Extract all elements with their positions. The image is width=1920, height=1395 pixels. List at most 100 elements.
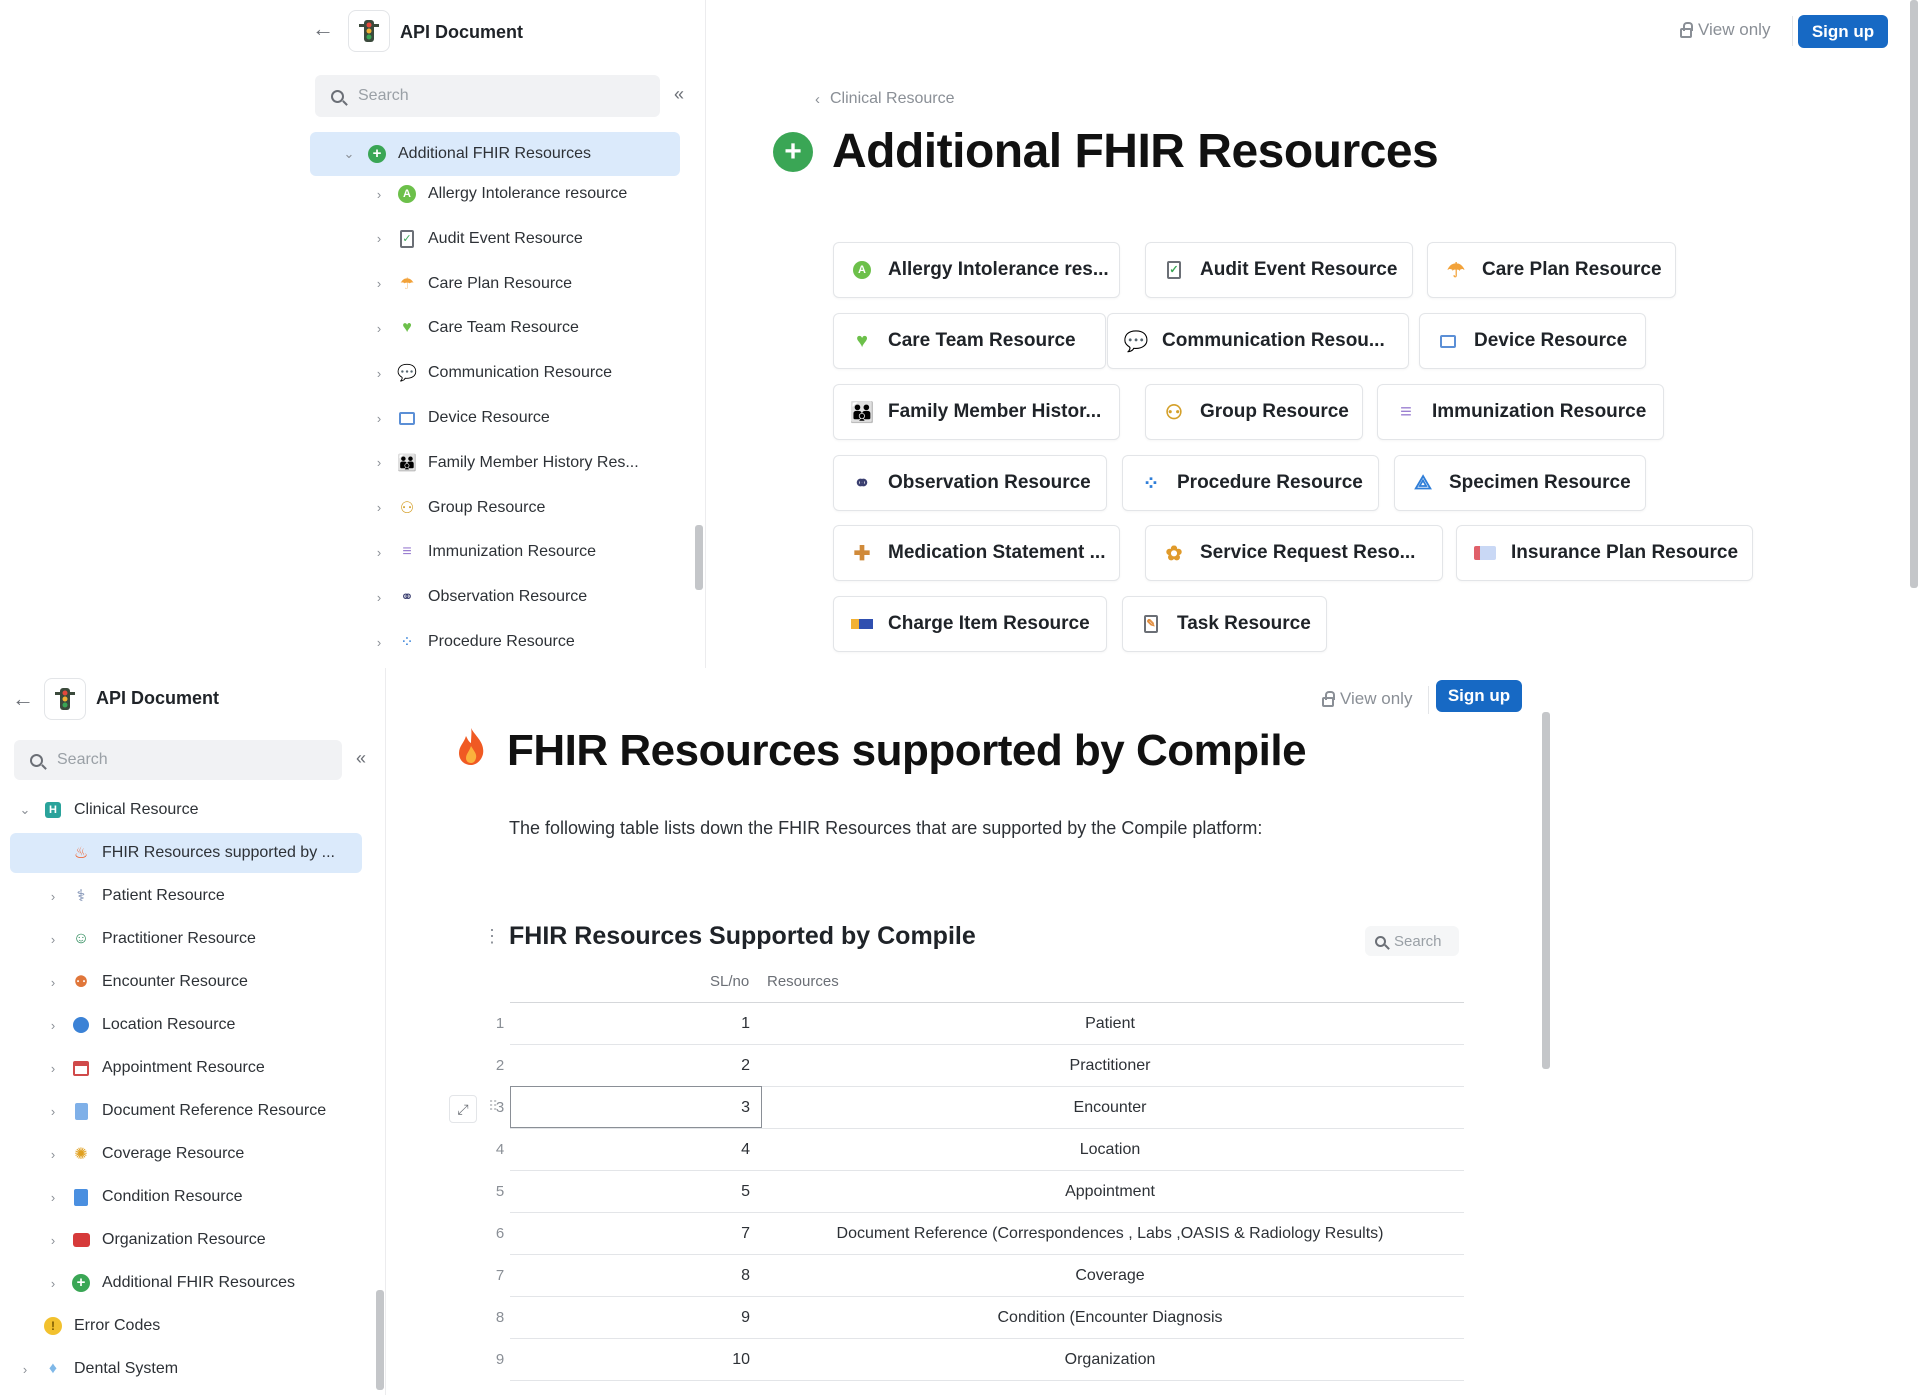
main-scrollbar[interactable]	[1910, 0, 1918, 588]
resource-card[interactable]: ⚭ Observation Resource	[833, 455, 1107, 511]
collapse-sidebar-icon[interactable]: «	[356, 748, 366, 769]
resource-card[interactable]: ⁘ Procedure Resource	[1122, 455, 1379, 511]
main-scrollbar[interactable]	[1542, 712, 1550, 1069]
table-menu-icon[interactable]: ⋮	[483, 926, 501, 947]
sign-up-button[interactable]: Sign up	[1436, 680, 1522, 712]
resource-card[interactable]: ⟁ Specimen Resource	[1394, 455, 1646, 511]
table-row[interactable]: 9 10 Organization	[0, 1339, 1500, 1381]
chevron-right-icon[interactable]: ›	[44, 932, 62, 947]
cell-resource[interactable]: Condition (Encounter Diagnosis	[756, 1309, 1464, 1327]
resource-card[interactable]: Device Resource	[1419, 313, 1646, 369]
drag-handle-icon[interactable]: ⠿	[488, 1098, 498, 1115]
sign-up-button[interactable]: Sign up	[1798, 15, 1888, 48]
table-row[interactable]: 8 9 Condition (Encounter Diagnosis	[0, 1297, 1500, 1339]
cell-resource[interactable]: Encounter	[756, 1099, 1464, 1117]
patient-icon: ⚕	[76, 888, 86, 905]
chevron-right-icon[interactable]: ›	[370, 545, 388, 560]
resource-card[interactable]: Charge Item Resource	[833, 596, 1107, 652]
chevron-right-icon[interactable]: ›	[44, 975, 62, 990]
sidebar-item[interactable]: › ☂ Care Plan Resource	[310, 266, 670, 302]
cell-resource[interactable]: Organization	[756, 1351, 1464, 1369]
search-input[interactable]: Search	[14, 740, 342, 780]
chevron-right-icon[interactable]: ›	[370, 500, 388, 515]
sidebar-item[interactable]: › A Allergy Intolerance resource	[310, 176, 670, 212]
table-row[interactable]: 4 4 Location	[0, 1129, 1500, 1171]
table-row[interactable]: 1 1 Patient	[0, 1003, 1500, 1045]
sidebar-item[interactable]: › ☺ Practitioner Resource	[10, 919, 362, 959]
sidebar-item[interactable]: › ≡ Immunization Resource	[310, 534, 670, 570]
sidebar-item[interactable]: › 👪 Family Member History Res...	[310, 445, 670, 481]
chevron-right-icon[interactable]: ›	[370, 411, 388, 426]
collapse-sidebar-icon[interactable]: «	[674, 84, 684, 105]
cell-sl[interactable]: 2	[510, 1057, 756, 1075]
cell-sl[interactable]: 9	[510, 1309, 756, 1327]
chevron-right-icon[interactable]: ›	[370, 187, 388, 202]
chevron-right-icon[interactable]: ›	[370, 276, 388, 291]
resource-card[interactable]: ✎ Task Resource	[1122, 596, 1327, 652]
search-input[interactable]: Search	[315, 75, 660, 117]
resource-card[interactable]: ≡ Immunization Resource	[1377, 384, 1664, 440]
cell-sl[interactable]: 5	[510, 1183, 756, 1201]
sidebar-item[interactable]: › ♥ Care Team Resource	[310, 310, 670, 346]
sidebar-item[interactable]: › ⚉ Encounter Resource	[10, 962, 362, 1002]
chevron-down-icon[interactable]: ⌄	[16, 802, 34, 818]
cell-resource[interactable]: Practitioner	[756, 1057, 1464, 1075]
table-row[interactable]: 5 5 Appointment	[0, 1171, 1500, 1213]
chevron-right-icon[interactable]: ›	[370, 635, 388, 650]
resource-card[interactable]: ✓ Audit Event Resource	[1145, 242, 1413, 298]
cell-sl[interactable]: 8	[510, 1267, 756, 1285]
cell-sl[interactable]: 10	[510, 1351, 756, 1369]
sidebar-item[interactable]: › Device Resource	[310, 400, 670, 436]
back-arrow-icon[interactable]: ←	[12, 686, 34, 712]
expand-row-icon[interactable]: ⤢	[449, 1095, 477, 1123]
resource-card[interactable]: A Allergy Intolerance res...	[833, 242, 1120, 298]
chevron-right-icon[interactable]: ›	[370, 231, 388, 246]
table-row[interactable]: 6 7 Document Reference (Correspondences , …	[0, 1213, 1500, 1255]
chevron-down-icon[interactable]: ⌄	[340, 146, 358, 162]
cell-resource[interactable]: Patient	[756, 1015, 1464, 1033]
chevron-right-icon[interactable]: ›	[370, 321, 388, 336]
table-row[interactable]: 7 8 Coverage	[0, 1255, 1500, 1297]
column-header-resources[interactable]: Resources	[767, 973, 839, 990]
chevron-right-icon[interactable]: ›	[370, 455, 388, 470]
chevron-right-icon[interactable]: ›	[44, 889, 62, 904]
chevron-right-icon[interactable]: ›	[370, 590, 388, 605]
sidebar-item[interactable]: › ⁘ Procedure Resource	[310, 624, 670, 660]
cell-sl[interactable]: 4	[510, 1141, 756, 1159]
cell-resource[interactable]: Appointment	[756, 1183, 1464, 1201]
sidebar-item[interactable]: › ⚕ Patient Resource	[10, 876, 362, 916]
back-arrow-icon[interactable]: ←	[312, 16, 334, 42]
table-search[interactable]: Search	[1365, 926, 1459, 956]
cell-resource[interactable]: Location	[756, 1141, 1464, 1159]
sidebar-item[interactable]: ♨ FHIR Resources supported by ...	[10, 833, 362, 873]
service-request-icon: ✿	[1165, 542, 1183, 565]
selected-cell[interactable]	[510, 1086, 762, 1128]
resource-card[interactable]: ⚇ Group Resource	[1145, 384, 1363, 440]
resource-card[interactable]: Insurance Plan Resource	[1456, 525, 1753, 581]
cell-sl[interactable]: 1	[510, 1015, 756, 1033]
sidebar-scrollbar[interactable]	[695, 525, 703, 590]
view-only-label: View only	[1340, 689, 1413, 708]
sidebar-item[interactable]: ⌄ H Clinical Resource	[10, 790, 362, 830]
resource-card[interactable]: ✿ Service Request Reso...	[1145, 525, 1443, 581]
resource-card[interactable]: ☂ Care Plan Resource	[1427, 242, 1676, 298]
hospital-icon: H	[42, 799, 64, 821]
sidebar-item-label: Communication Resource	[428, 364, 613, 382]
cell-resource[interactable]: Document Reference (Correspondences , La…	[756, 1225, 1464, 1243]
resource-card[interactable]: ♥ Care Team Resource	[833, 313, 1106, 369]
sidebar-item[interactable]: › ⚇ Group Resource	[310, 490, 670, 526]
cell-resource[interactable]: Coverage	[756, 1267, 1464, 1285]
sidebar-item[interactable]: ⌄ + Additional FHIR Resources	[310, 132, 680, 176]
cell-sl[interactable]: 7	[510, 1225, 756, 1243]
column-header-sl[interactable]: SL/no	[710, 973, 749, 990]
sidebar-item[interactable]: › ⚭ Observation Resource	[310, 579, 670, 615]
resource-card[interactable]: 💬 Communication Resou...	[1107, 313, 1409, 369]
sidebar-item[interactable]: › 💬 Communication Resource	[310, 355, 670, 391]
resource-card[interactable]: 👪 Family Member Histor...	[833, 384, 1120, 440]
table-row[interactable]: 2 2 Practitioner	[0, 1045, 1500, 1087]
chevron-right-icon[interactable]: ›	[370, 366, 388, 381]
resource-card-label: Task Resource	[1177, 613, 1311, 634]
breadcrumb[interactable]: ‹ Clinical Resource	[815, 90, 955, 108]
resource-card[interactable]: ✚ Medication Statement ...	[833, 525, 1120, 581]
sidebar-item[interactable]: › ✓ Audit Event Resource	[310, 221, 670, 257]
